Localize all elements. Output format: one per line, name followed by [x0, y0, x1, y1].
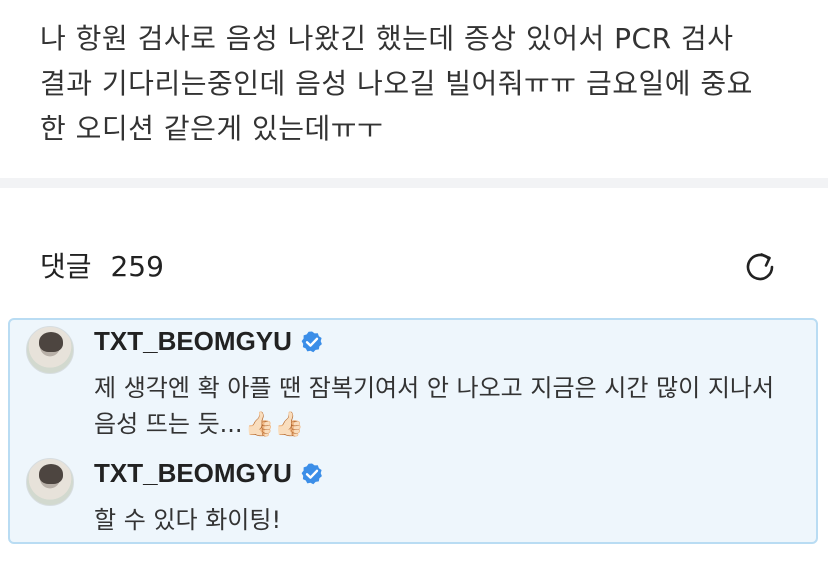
comment-line: 할 수 있다 화이팅! — [94, 506, 282, 534]
comment-body: 할 수 있다 화이팅! — [94, 502, 794, 538]
comment-item: TXT_BEOMGYU 제 생각엔 확 아플 땐 잠복기여서 안 나오고 지금은… — [26, 326, 806, 446]
comment-item: TXT_BEOMGYU 할 수 있다 화이팅! — [26, 458, 806, 538]
refresh-button[interactable] — [740, 247, 780, 287]
comment-line: 제 생각엔 확 아플 땐 잠복기여서 안 나오고 지금은 시간 많이 지나서 — [94, 374, 775, 402]
avatar[interactable] — [26, 458, 74, 506]
post-line: 나 항원 검사로 음성 나왔긴 했는데 증상 있어서 PCR 검사 — [40, 22, 734, 55]
comments-count: 259 — [110, 250, 164, 283]
verified-badge-icon — [300, 462, 324, 486]
username-text: TXT_BEOMGYU — [94, 458, 292, 488]
section-divider — [0, 178, 828, 188]
comment-line: 음성 뜨는 듯... — [94, 410, 243, 438]
highlighted-comments: TXT_BEOMGYU 제 생각엔 확 아플 땐 잠복기여서 안 나오고 지금은… — [8, 318, 818, 544]
comments-header: 댓글 259 — [40, 245, 164, 285]
comment-username[interactable]: TXT_BEOMGYU — [94, 458, 324, 489]
post-line: 결과 기다리는중인데 음성 나오길 빌어줘ㅠㅠ 금요일에 중요 — [40, 67, 753, 100]
comments-label: 댓글 — [40, 250, 92, 283]
comment-username[interactable]: TXT_BEOMGYU — [94, 326, 324, 357]
post-line: 한 오디션 같은게 있는데ㅠㅜ — [40, 112, 384, 145]
comment-body: 제 생각엔 확 아플 땐 잠복기여서 안 나오고 지금은 시간 많이 지나서 음… — [94, 370, 794, 442]
refresh-icon — [746, 253, 774, 281]
username-text: TXT_BEOMGYU — [94, 326, 292, 356]
post-body: 나 항원 검사로 음성 나왔긴 했는데 증상 있어서 PCR 검사 결과 기다리… — [40, 16, 810, 151]
avatar[interactable] — [26, 326, 74, 374]
thumbs-up-icon: 👍🏻👍🏻 — [244, 410, 305, 438]
verified-badge-icon — [300, 330, 324, 354]
